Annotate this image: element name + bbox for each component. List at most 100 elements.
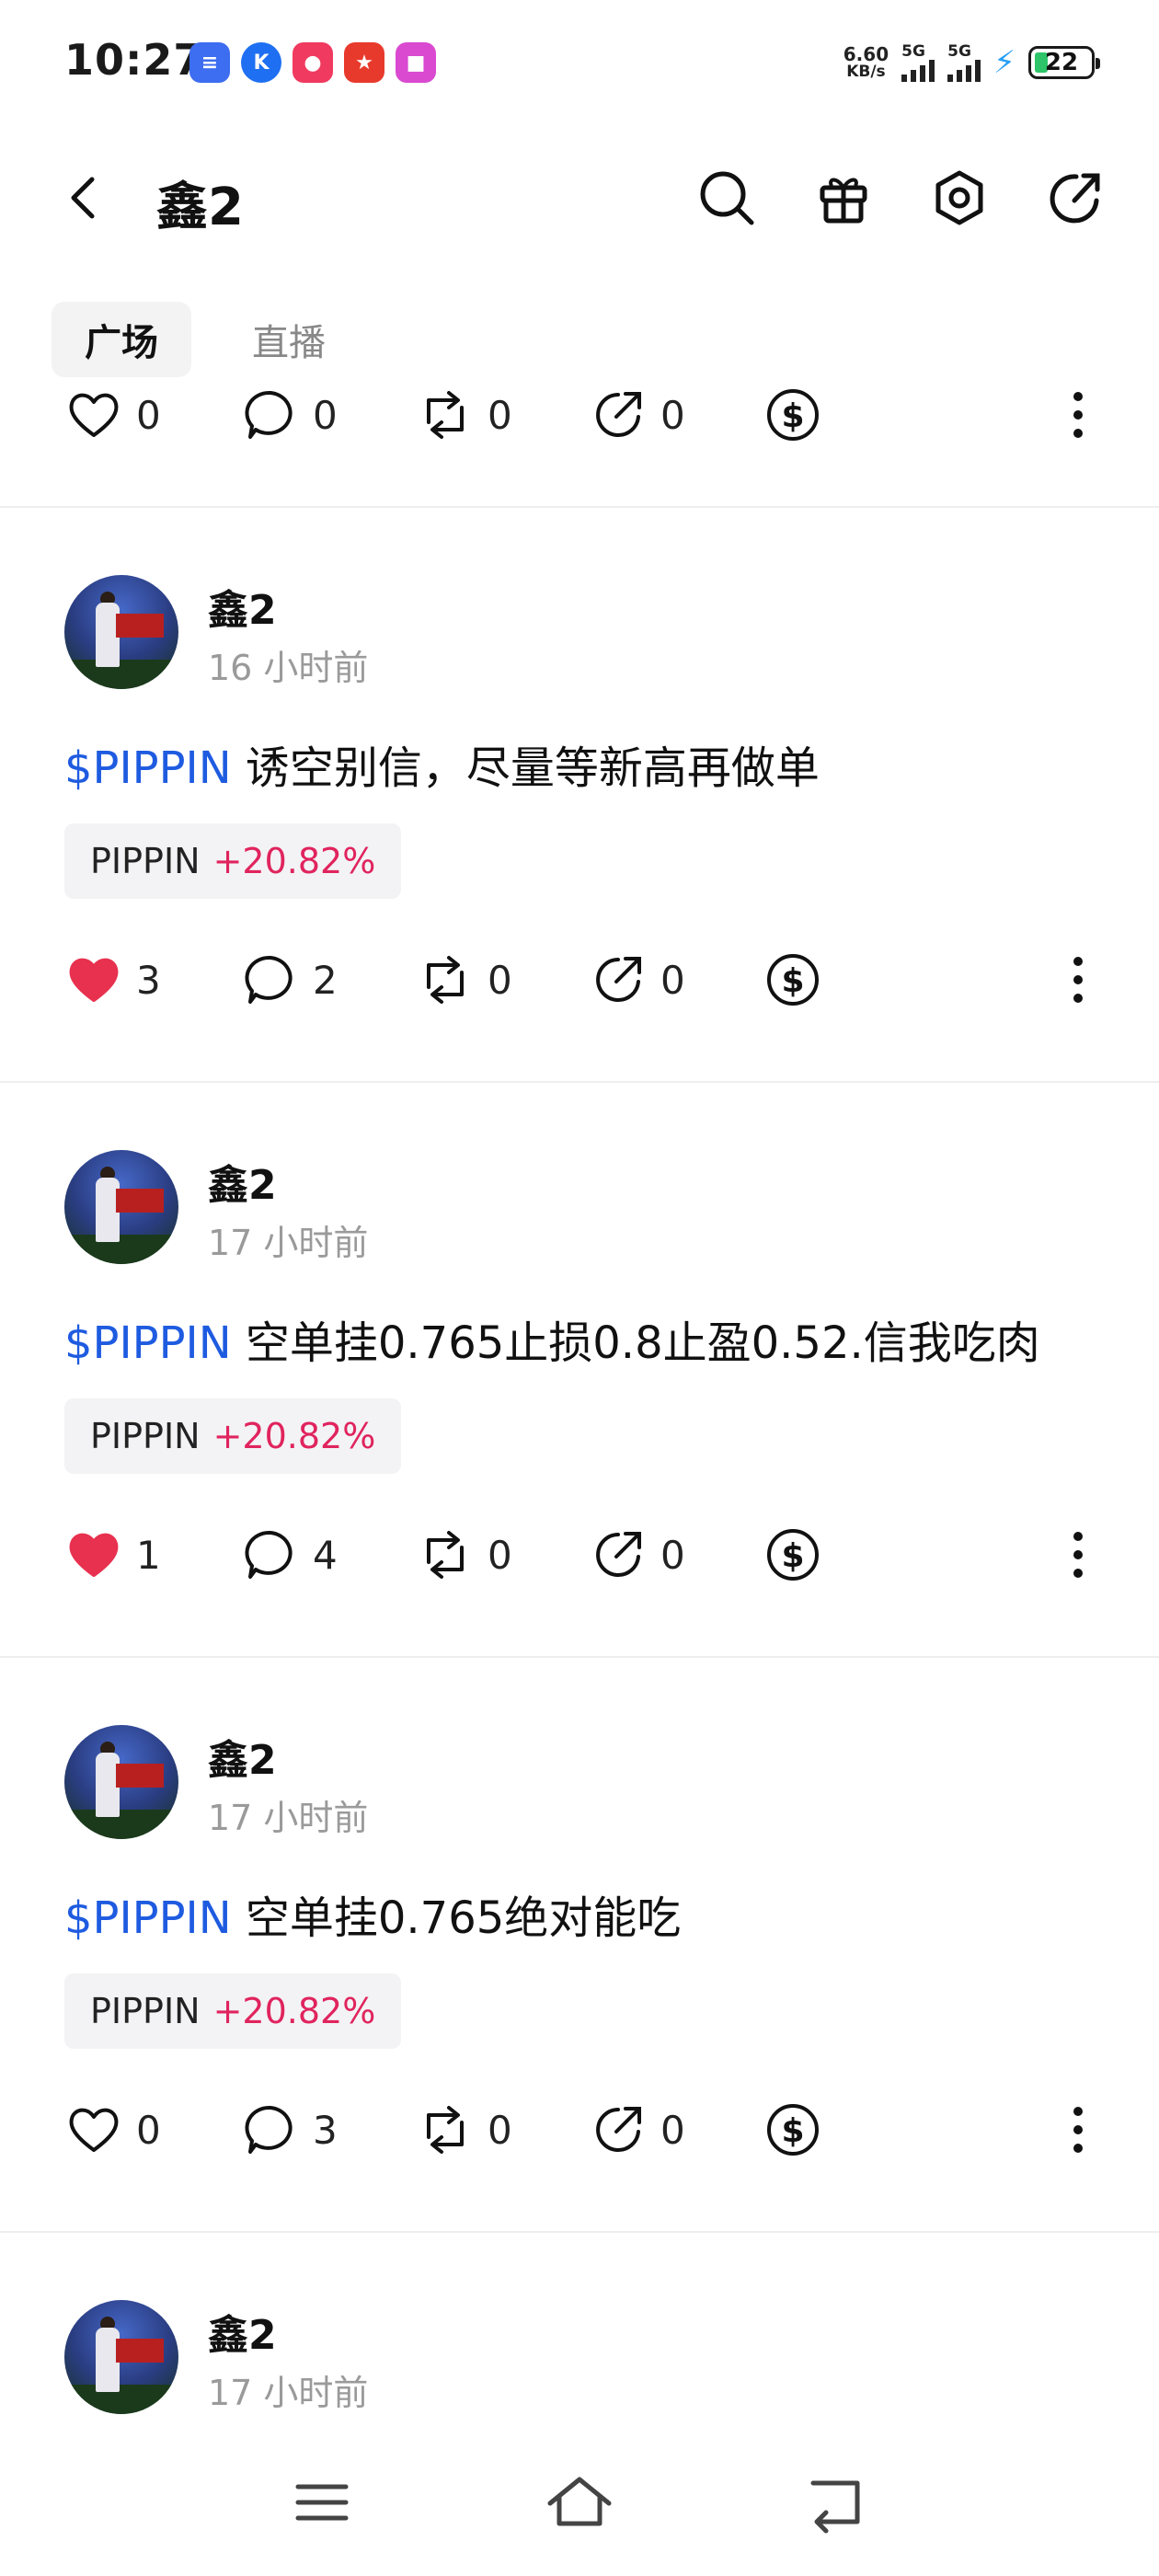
status-time: 10:27 [64,35,204,85]
repost-button[interactable]: 0 [416,383,512,447]
repost-button[interactable]: 0 [416,1523,512,1587]
post-time: 17 小时前 [208,1798,369,1838]
gift-icon[interactable] [811,166,876,230]
tab-square[interactable]: 广场 [52,302,191,377]
sim2-signal: 5G [947,41,981,82]
sim2-label: 5G [947,41,971,61]
comment-button[interactable]: 4 [241,1523,338,1587]
tip-button[interactable]: $ [763,948,822,1012]
avatar[interactable] [64,2300,178,2414]
cashtag-link[interactable]: $PIPPIN [64,1317,232,1369]
charging-bolt-icon: ⚡ [993,44,1016,81]
status-right: 6.60 KB/s 5G 5G ⚡ 22 [843,37,1100,88]
avatar[interactable] [64,575,178,689]
repost-count: 0 [488,1532,512,1578]
post-username[interactable]: 鑫2 [208,1152,277,1211]
net-speed: 6.60 KB/s [843,45,889,80]
ticker-change: +20.82% [212,1991,376,2031]
share-arrow-icon [596,392,641,437]
tab-live[interactable]: 直播 [219,302,359,377]
tip-button[interactable]: $ [763,1523,822,1587]
like-count: 3 [136,957,161,1003]
post-actions: 1 4 0 0 $ [0,1523,1159,1587]
like-button[interactable]: 0 [64,2098,161,2162]
share-count: 0 [660,957,685,1003]
comment-icon [245,1530,293,1579]
share-post-button[interactable]: 0 [589,948,685,1012]
like-button[interactable]: 1 [64,1523,161,1587]
post-divider [0,1081,1159,1083]
more-options-icon[interactable] [1058,383,1098,447]
signal-bars-icon [947,59,981,82]
tip-button[interactable]: $ [763,383,822,447]
ticker-symbol: PIPPIN [90,841,201,881]
comment-button[interactable]: 0 [241,383,338,447]
like-button[interactable]: 0 [64,383,161,447]
svg-text:$: $ [781,962,804,1000]
home-icon[interactable] [543,2470,616,2535]
back-nav-icon[interactable] [800,2470,874,2535]
comment-count: 2 [313,957,338,1003]
sim1-label: 5G [901,41,925,61]
tab-bar: 广场 直播 [52,302,359,377]
post-actions: 0 3 0 0 $ [0,2098,1159,2162]
share-arrow-icon [596,957,641,1002]
post-username[interactable]: 鑫2 [208,2302,277,2361]
battery-level: 22 [1044,49,1079,76]
post-actions: 3 2 0 0 $ [0,948,1159,1012]
page-title: 鑫2 [156,178,244,237]
signal-bars-icon [901,59,935,82]
repost-button[interactable]: 0 [416,2098,512,2162]
post-divider [0,506,1159,508]
ticker-symbol: PIPPIN [90,1416,201,1456]
net-speed-value: 6.60 [843,43,889,65]
ticker-chip[interactable]: PIPPIN +20.82% [64,1973,402,2049]
comment-button[interactable]: 3 [241,2098,338,2162]
ticker-chip[interactable]: PIPPIN +20.82% [64,1398,402,1474]
shopping-app-icon: ★ [344,42,384,83]
like-count: 0 [136,392,161,438]
post-content: $PIPPIN 空单挂0.765绝对能吃 [64,1881,681,1946]
back-icon[interactable] [57,170,112,225]
comment-count: 4 [313,1532,338,1578]
like-count: 0 [136,2107,161,2153]
comment-icon [245,955,293,1004]
dollar-coin-icon: $ [767,389,819,441]
post-divider [0,1656,1159,1658]
comment-button[interactable]: 2 [241,948,338,1012]
system-nav-bar [0,2429,1159,2576]
repost-button[interactable]: 0 [416,948,512,1012]
heart-filled-icon [69,1533,119,1577]
repost-icon [427,391,464,439]
ticker-change: +20.82% [212,841,376,881]
svg-text:$: $ [781,1537,804,1575]
share-icon[interactable] [1043,166,1107,230]
heart-icon [69,2108,119,2152]
cashtag-link[interactable]: $PIPPIN [64,742,232,794]
comment-icon [245,2105,293,2154]
cashtag-link[interactable]: $PIPPIN [64,1892,232,1944]
repost-icon [427,1531,464,1579]
menu-icon[interactable] [285,2470,359,2535]
search-icon[interactable] [694,166,759,230]
settings-icon[interactable] [927,166,992,230]
svg-text:$: $ [781,2112,804,2150]
avatar[interactable] [64,1725,178,1839]
like-button[interactable]: 3 [64,948,161,1012]
repost-icon [427,2106,464,2154]
post-username[interactable]: 鑫2 [208,1727,277,1786]
share-arrow-icon [596,1532,641,1577]
post-divider [0,2231,1159,2233]
post-username[interactable]: 鑫2 [208,577,277,636]
ticker-chip[interactable]: PIPPIN +20.82% [64,823,402,899]
tip-button[interactable]: $ [763,2098,822,2162]
more-options-icon[interactable] [1058,1523,1098,1587]
heart-filled-icon [69,958,119,1002]
tieba-app-icon: ■ [396,42,436,83]
more-options-icon[interactable] [1058,2098,1098,2162]
share-post-button[interactable]: 0 [589,383,685,447]
avatar[interactable] [64,1150,178,1264]
share-post-button[interactable]: 0 [589,1523,685,1587]
share-post-button[interactable]: 0 [589,2098,685,2162]
more-options-icon[interactable] [1058,948,1098,1012]
